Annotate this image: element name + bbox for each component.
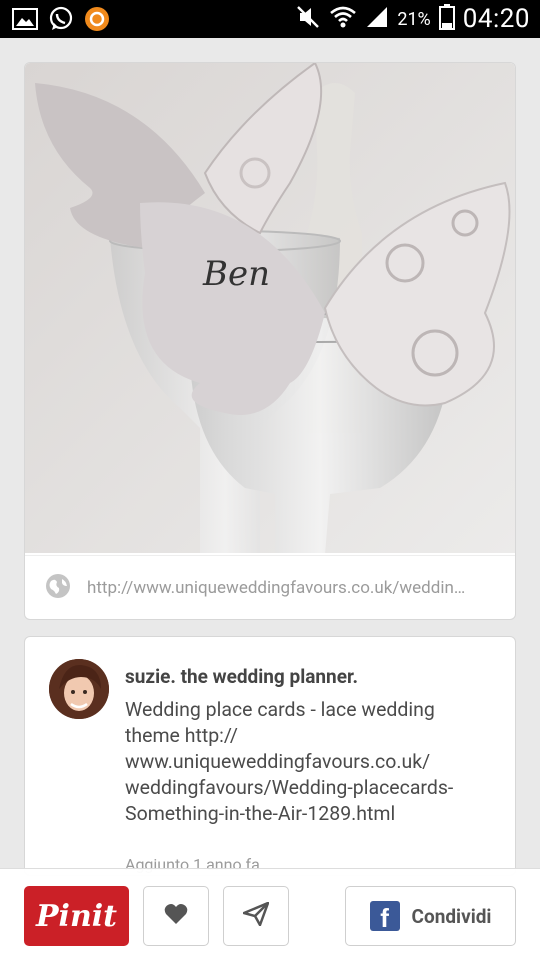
mute-icon — [295, 4, 321, 34]
action-bar: Pinit f Condividi — [0, 868, 540, 960]
share-label: Condividi — [411, 904, 492, 928]
pin-image[interactable]: Ben — [25, 63, 515, 558]
app-icon — [84, 6, 110, 36]
pin-description: Wedding place cards - lace wedding theme… — [125, 698, 454, 825]
like-button[interactable] — [143, 886, 209, 946]
battery-percent: 21% — [397, 8, 431, 30]
pin-card[interactable]: Ben http://www.uniqueweddingfavours.co.u… — [24, 62, 516, 620]
facebook-share-button[interactable]: f Condividi — [345, 886, 516, 946]
place-card-name: Ben — [202, 254, 270, 294]
image-icon — [12, 8, 38, 34]
whatsapp-icon — [48, 6, 74, 36]
pin-it-button[interactable]: Pinit — [24, 886, 129, 946]
status-bar-right: 21% 04:20 — [295, 4, 530, 34]
status-bar-left — [12, 6, 110, 36]
heart-icon — [164, 903, 188, 929]
pin-it-label: Pinit — [35, 898, 118, 934]
send-button[interactable] — [223, 886, 289, 946]
battery-icon — [438, 4, 455, 34]
source-link[interactable]: http://www.uniqueweddingfavours.co.uk/we… — [25, 555, 515, 619]
globe-icon — [45, 573, 71, 603]
pinner-name[interactable]: suzie. the wedding planner. — [125, 665, 358, 688]
status-bar: 21% 04:20 — [0, 0, 540, 38]
facebook-icon: f — [369, 901, 400, 931]
source-url[interactable]: http://www.uniqueweddingfavours.co.uk/we… — [87, 578, 497, 598]
avatar[interactable] — [49, 659, 109, 719]
wifi-icon — [329, 5, 357, 33]
clock: 04:20 — [462, 4, 530, 34]
description-card: suzie. the wedding planner. Wedding plac… — [24, 636, 516, 876]
signal-icon — [365, 5, 389, 33]
send-icon — [242, 901, 270, 930]
